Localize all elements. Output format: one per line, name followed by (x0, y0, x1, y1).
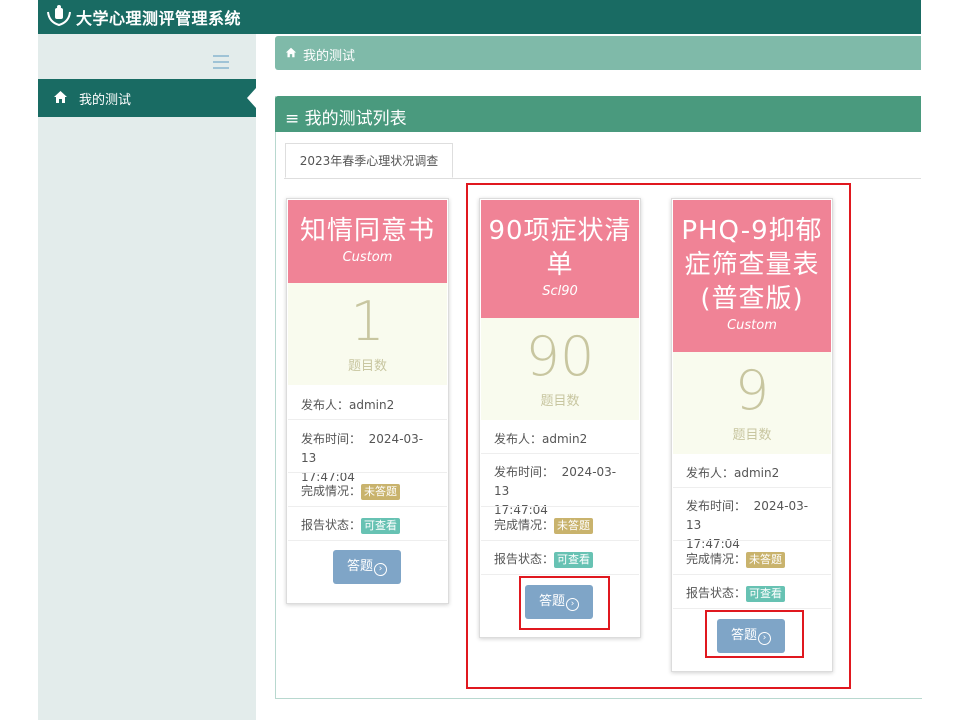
menu-toggle-icon[interactable] (213, 55, 229, 69)
question-count: 1 (350, 290, 385, 353)
status-badge: 未答题 (361, 484, 401, 500)
app-title: 大学心理测评管理系统 (76, 9, 242, 28)
publish-time-label: 发布时间： (301, 432, 362, 446)
divider (288, 472, 447, 473)
tab-survey[interactable]: 2023年春季心理状况调查 (285, 143, 453, 178)
highlight-box-button (519, 576, 610, 630)
answer-button[interactable]: 答题 › (333, 550, 401, 584)
divider (288, 540, 447, 541)
publisher-row: 发布人：admin2 (301, 396, 438, 413)
divider (288, 419, 447, 420)
panel-title: ≡ 我的测试列表 (285, 109, 407, 129)
question-count-area: 1 题目数 (288, 283, 447, 385)
publisher-label: 发布人： (301, 398, 350, 412)
report-label: 报告状态： (301, 518, 362, 532)
breadcrumb: 我的测试 (275, 36, 921, 70)
answer-button-label: 答题 (346, 559, 373, 574)
publish-time-row: 发布时间： 2024-03-13 17:47:04 (301, 430, 438, 487)
sidebar-item-my-tests[interactable]: 我的测试 (38, 79, 256, 117)
logo-icon (47, 5, 71, 27)
card-title: 知情同意书 (299, 216, 435, 246)
report-badge: 可查看 (361, 518, 401, 534)
sidebar-item-label: 我的测试 (79, 93, 132, 108)
test-card: 知情同意书 Custom 1 题目数 发布人：admin2 发布时间： 2024… (286, 198, 449, 604)
card-header: 知情同意书 Custom (288, 200, 447, 283)
publisher-value: admin2 (349, 398, 395, 412)
breadcrumb-label[interactable]: 我的测试 (303, 45, 355, 64)
active-indicator (247, 88, 256, 108)
status-row: 完成情况： 未答题 (301, 482, 438, 500)
card-type: Custom (342, 250, 393, 265)
report-row: 报告状态： 可查看 (301, 516, 438, 534)
home-icon (285, 47, 297, 58)
question-count-label: 题目数 (347, 359, 387, 374)
home-icon (54, 91, 67, 103)
panel-header: ≡ 我的测试列表 (275, 96, 921, 132)
arrow-right-circle-icon: › (374, 563, 387, 576)
status-label: 完成情况： (301, 484, 362, 498)
divider (288, 506, 447, 507)
sidebar: 我的测试 (38, 34, 256, 720)
top-navbar: 大学心理测评管理系统 (38, 0, 921, 34)
highlight-box-button (705, 610, 804, 658)
